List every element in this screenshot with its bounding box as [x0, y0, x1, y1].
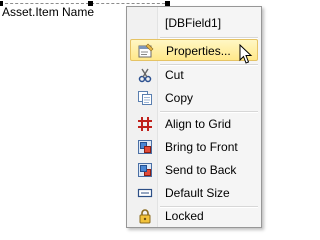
mouse-cursor-icon: [239, 44, 253, 64]
menu-item-send-to-back[interactable]: Send to Back: [130, 159, 258, 181]
bring-to-front-icon: [138, 140, 152, 154]
lock-icon: [139, 209, 151, 224]
menu-header-dbfield: [DBField1]: [165, 16, 222, 30]
field-label: Asset.Item Name: [2, 5, 95, 19]
send-to-back-icon: [138, 163, 152, 177]
menu-item-default-size[interactable]: Default Size: [130, 182, 258, 204]
copy-icon: [138, 91, 152, 105]
menu-item-locked[interactable]: Locked: [130, 205, 258, 227]
properties-icon: [138, 43, 154, 58]
context-menu: [DBField1] Properties... Cut Copy Align …: [126, 6, 262, 228]
menu-item-bring-to-front[interactable]: Bring to Front: [130, 136, 258, 158]
menu-item-copy[interactable]: Copy: [130, 87, 258, 109]
default-size-icon: [137, 188, 153, 198]
scissors-icon: [138, 68, 152, 83]
menu-item-cut[interactable]: Cut: [130, 64, 258, 86]
grid-icon: [138, 117, 152, 131]
menu-item-align-to-grid[interactable]: Align to Grid: [130, 113, 258, 135]
